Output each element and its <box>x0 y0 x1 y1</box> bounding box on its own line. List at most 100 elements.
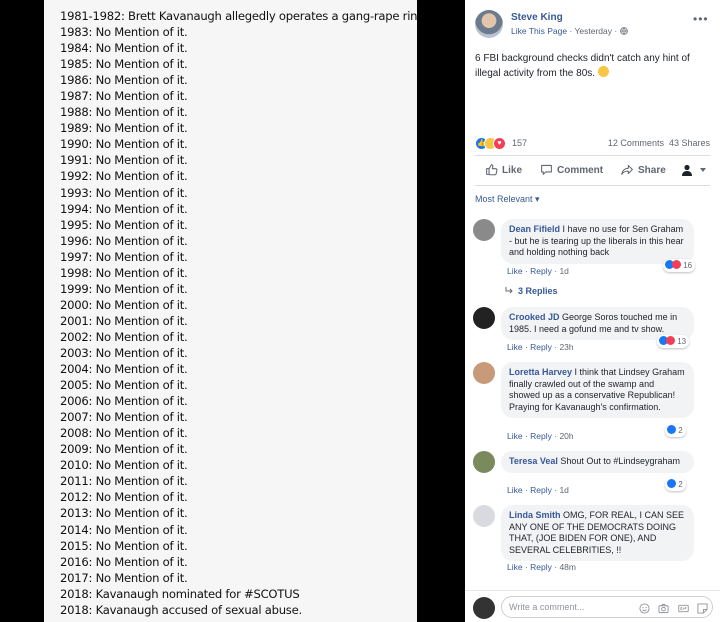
post-time[interactable]: Yesterday <box>574 26 612 36</box>
like-reaction-icon <box>667 425 676 434</box>
comment-reply-link[interactable]: Reply <box>530 266 552 276</box>
comment-reply-link[interactable]: Reply <box>530 431 552 441</box>
reaction-badge[interactable]: 16 <box>663 259 696 272</box>
timeline-line: 2005: No Mention of it. <box>60 378 188 393</box>
sort-caret-icon: ▾ <box>535 194 540 204</box>
comment-input[interactable] <box>509 600 639 614</box>
post-photo[interactable]: 1981-1982: Brett Kavanaugh allegedly ope… <box>44 0 417 622</box>
timeline-line: 2006: No Mention of it. <box>60 394 188 409</box>
comment-reply-link[interactable]: Reply <box>530 562 552 572</box>
page-name-link[interactable]: Steve King <box>511 12 563 23</box>
comment-reply-link[interactable]: Reply <box>530 485 552 495</box>
thumbs-up-icon <box>486 164 498 176</box>
comment-bubble: Dean Fifield I have no use for Sen Graha… <box>501 219 694 264</box>
timeline-line: 1987: No Mention of it. <box>60 89 188 104</box>
like-button-label: Like <box>502 165 523 176</box>
timeline-line: 2004: No Mention of it. <box>60 362 188 377</box>
comment-box[interactable] <box>501 596 713 618</box>
view-replies-link[interactable]: 3 Replies <box>505 286 558 296</box>
post-as-selector[interactable] <box>682 160 710 182</box>
comment-composer <box>465 590 720 622</box>
timeline-footer: 2018: Kavanaugh accused of sexual abuse. <box>60 602 302 617</box>
avatar[interactable] <box>473 219 495 241</box>
timeline-line: 2010: No Mention of it. <box>60 458 188 473</box>
like-page-link[interactable]: Like This Page <box>511 26 567 36</box>
timeline-line: 1996: No Mention of it. <box>60 233 188 248</box>
emoji-icon[interactable] <box>639 603 650 614</box>
comment-like-link[interactable]: Like <box>507 431 523 441</box>
comment-like-link[interactable]: Like <box>507 342 523 352</box>
comment-time[interactable]: 23h <box>559 342 573 352</box>
more-icon[interactable]: ••• <box>693 12 709 26</box>
timeline-line: 1990: No Mention of it. <box>60 137 188 152</box>
sticker-icon[interactable] <box>697 603 708 614</box>
comment-author[interactable]: Crooked JD <box>509 312 560 322</box>
comment-time[interactable]: 48m <box>559 562 576 572</box>
comment-actions: Like · Reply · 48m <box>507 562 576 572</box>
comment-time[interactable]: 1d <box>559 485 568 495</box>
divider <box>475 155 710 156</box>
gif-icon[interactable] <box>677 603 689 614</box>
timeline-line: 1983: No Mention of it. <box>60 25 188 40</box>
timeline-line: 1988: No Mention of it. <box>60 105 188 120</box>
timeline-line: 1985: No Mention of it. <box>60 57 188 72</box>
timeline-line: 1992: No Mention of it. <box>60 169 188 184</box>
comments-count-link[interactable]: 12 Comments <box>608 138 664 148</box>
replies-label: 3 Replies <box>518 286 558 296</box>
comment-reply-link[interactable]: Reply <box>530 342 552 352</box>
timeline-line: 2014: No Mention of it. <box>60 522 188 537</box>
comment-like-link[interactable]: Like <box>507 485 523 495</box>
like-reaction-icon <box>667 479 676 488</box>
timeline-line: 2017: No Mention of it. <box>60 570 188 585</box>
globe-icon <box>619 27 628 35</box>
post-meta: Like This Page · Yesterday · <box>511 26 628 36</box>
comment-author[interactable]: Dean Fifield <box>509 224 560 234</box>
comment-actions: Like · Reply · 23h <box>507 342 574 352</box>
timeline-line: 1991: No Mention of it. <box>60 153 188 168</box>
reaction-badge[interactable]: 2 <box>665 478 686 491</box>
reaction-badge[interactable]: 13 <box>657 335 690 348</box>
post-panel: Steve King Like This Page · Yesterday · … <box>465 0 720 622</box>
reaction-count: 157 <box>512 138 528 148</box>
timeline-line: 1997: No Mention of it. <box>60 249 188 264</box>
timeline-line: 2003: No Mention of it. <box>60 345 188 360</box>
comment-share-counts: 12 Comments 43 Shares <box>608 138 710 148</box>
camera-icon[interactable] <box>658 603 669 614</box>
avatar[interactable] <box>473 362 495 384</box>
avatar[interactable] <box>473 505 495 527</box>
avatar[interactable] <box>473 451 495 473</box>
shares-count-link[interactable]: 43 Shares <box>669 138 710 148</box>
timeline-line: 1999: No Mention of it. <box>60 281 188 296</box>
meta-separator: · <box>611 26 620 36</box>
reaction-badge[interactable]: 2 <box>665 424 686 437</box>
comment-bubble: Linda Smith OMG, FOR REAL, I CAN SEE ANY… <box>501 505 694 561</box>
comment-author[interactable]: Linda Smith <box>509 510 561 520</box>
avatar[interactable] <box>473 307 495 329</box>
timeline-line: 1993: No Mention of it. <box>60 185 188 200</box>
comment-author[interactable]: Loretta Harvey <box>509 367 572 377</box>
page-avatar[interactable] <box>475 10 503 38</box>
user-silhouette-icon <box>682 164 692 176</box>
comment-time[interactable]: 1d <box>559 266 568 276</box>
comment-like-link[interactable]: Like <box>507 562 523 572</box>
comment-sort-dropdown[interactable]: Most Relevant ▾ <box>475 194 540 205</box>
comment-icon <box>541 164 552 175</box>
comment-actions: Like · Reply · 20h <box>507 431 574 441</box>
timeline-line: 1989: No Mention of it. <box>60 121 188 136</box>
share-button[interactable]: Share <box>621 160 666 182</box>
like-button[interactable]: Like <box>485 160 522 182</box>
timeline-line: 2007: No Mention of it. <box>60 410 188 425</box>
comment-actions: Like · Reply · 1d <box>507 485 569 495</box>
love-reaction-icon <box>672 260 681 269</box>
timeline-line: 2011: No Mention of it. <box>60 474 188 489</box>
comment-like-link[interactable]: Like <box>507 266 523 276</box>
timeline-header: 1981-1982: Brett Kavanaugh allegedly ope… <box>60 9 417 23</box>
avatar <box>473 597 495 619</box>
reaction-count: 2 <box>678 480 683 489</box>
timeline-line: 1994: No Mention of it. <box>60 201 188 216</box>
timeline-line: 2009: No Mention of it. <box>60 442 188 457</box>
comment-time[interactable]: 20h <box>559 431 573 441</box>
timeline-line: 1995: No Mention of it. <box>60 217 188 232</box>
comment-author[interactable]: Teresa Veal <box>509 456 558 466</box>
caret-down-icon <box>699 168 706 172</box>
